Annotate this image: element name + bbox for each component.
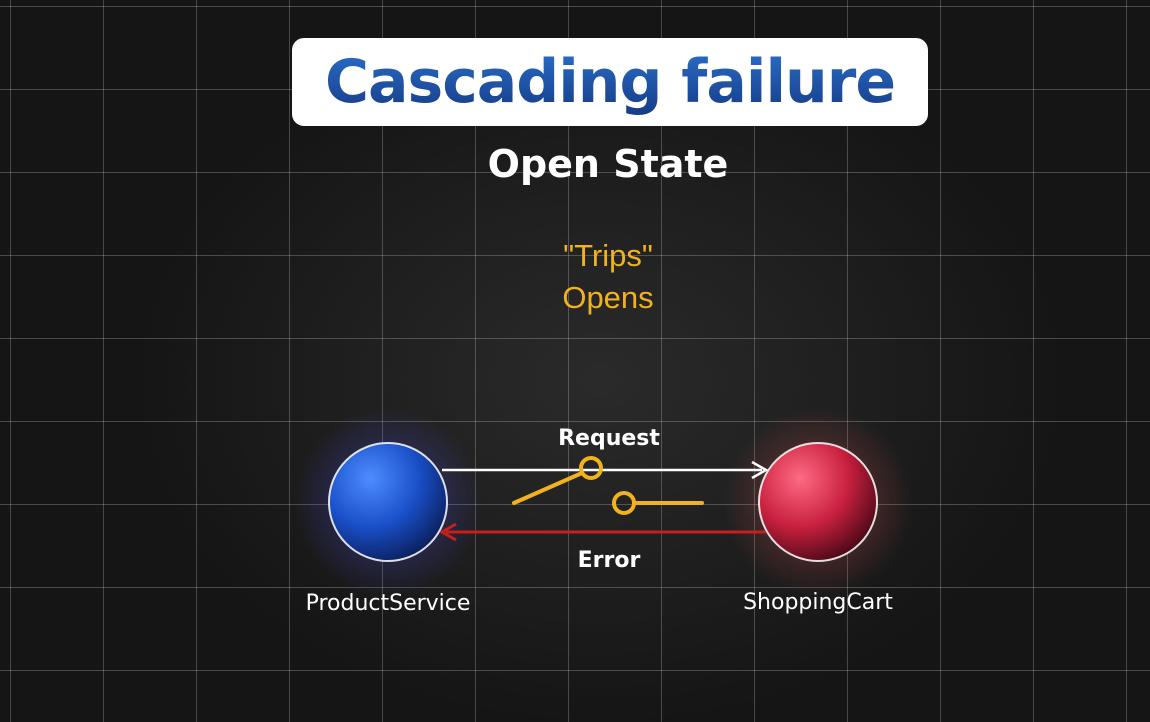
- shopping-cart-node: [758, 442, 878, 562]
- shopping-cart-label: ShoppingCart: [743, 590, 893, 615]
- switch-pivot-top: [579, 456, 603, 480]
- product-service-label: ProductService: [306, 591, 471, 616]
- request-label: Request: [558, 426, 660, 451]
- switch-contact: [612, 491, 636, 515]
- circuit-diagram: Request Error ProductService ShoppingCar…: [293, 407, 913, 616]
- product-service-node: [328, 442, 448, 562]
- error-label: Error: [578, 548, 641, 573]
- switch-lever: [512, 471, 584, 505]
- diagram-canvas: Cascading failure Open State "Trips" Ope…: [0, 0, 1150, 722]
